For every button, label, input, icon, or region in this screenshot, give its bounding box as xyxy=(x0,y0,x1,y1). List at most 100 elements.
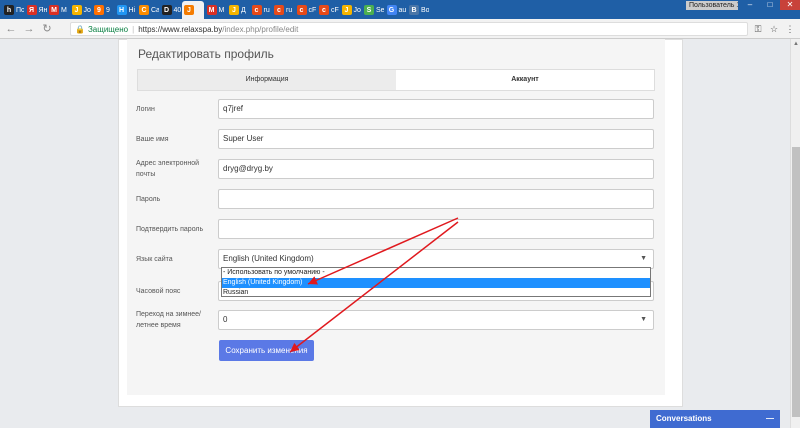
secure-label: Защищено xyxy=(87,24,129,34)
tab-favicon-icon: c xyxy=(274,5,284,15)
language-option-russian[interactable]: Russian xyxy=(222,288,650,298)
tab-title: Пс xyxy=(16,6,24,14)
tab-favicon-icon: J xyxy=(229,5,239,15)
browser-tab[interactable]: c ru xyxy=(250,1,272,19)
tab-favicon-icon: J xyxy=(184,5,194,15)
chevron-down-icon: ▼ xyxy=(640,255,647,262)
tab-title: Jo xyxy=(353,6,361,14)
bookmark-star-icon[interactable]: ☆ xyxy=(768,22,780,36)
email-label: Адрес электронной почты xyxy=(136,160,200,178)
browser-tab[interactable]: C Ca xyxy=(137,1,159,19)
browser-tab[interactable]: Gau xyxy=(385,1,407,19)
browser-profile-button[interactable]: Пользователь 1 xyxy=(686,1,738,10)
language-select[interactable]: English (United Kingdom) ▼ xyxy=(218,249,654,269)
minimize-widget-icon[interactable]: — xyxy=(766,410,774,428)
page-title: Редактировать профиль xyxy=(138,47,274,61)
menu-icon[interactable]: ⋮ xyxy=(784,22,796,36)
lock-icon: 🔒 xyxy=(75,24,85,34)
tab-title: au xyxy=(398,6,407,14)
browser-tab[interactable]: J xyxy=(182,1,204,19)
conversations-widget[interactable]: Conversations — xyxy=(650,410,780,428)
forward-icon[interactable]: → xyxy=(22,22,36,36)
browser-tab[interactable]: B Во xyxy=(407,1,429,19)
tab-title: Se xyxy=(376,6,384,14)
password-confirm-field[interactable] xyxy=(218,219,654,239)
tab-favicon-icon: D xyxy=(161,5,172,15)
browser-tab[interactable]: JД xyxy=(227,1,249,19)
page-scrollbar[interactable]: ▲ xyxy=(790,39,800,428)
timezone-label: Часовой пояс xyxy=(136,288,181,295)
language-option-default[interactable]: - Использовать по умолчанию - xyxy=(222,268,650,278)
tab-favicon-icon: M xyxy=(206,5,217,15)
scroll-up-icon[interactable]: ▲ xyxy=(791,39,800,49)
tab-favicon-icon: C xyxy=(139,5,149,15)
tab-favicon-icon: c xyxy=(296,5,307,15)
address-bar[interactable]: 🔒 Защищено | https://www.relaxspa.by/ind… xyxy=(70,22,748,36)
tab-favicon-icon: c xyxy=(251,5,262,15)
login-field[interactable]: q7jref xyxy=(218,99,654,119)
browser-tab-strip: h Пс Я Ян M M J Jo 9 9 H Hi C Ca D 40 J M M J Дc ru c ru c cF c cF J… xyxy=(0,0,800,19)
name-label: Ваше имя xyxy=(136,136,169,143)
tab-favicon-icon: B xyxy=(409,5,419,15)
browser-tab[interactable]: D 40 xyxy=(160,1,182,19)
tab-title: Д xyxy=(241,6,246,14)
reload-icon[interactable]: ↻ xyxy=(40,22,54,36)
password-field[interactable] xyxy=(218,189,654,209)
browser-tab[interactable]: MM xyxy=(47,1,69,19)
back-icon[interactable]: ← xyxy=(4,22,18,36)
chevron-down-icon: ▼ xyxy=(640,316,647,323)
tab-title: Hi xyxy=(128,6,136,14)
tab-favicon-icon: H xyxy=(116,5,127,15)
browser-tab[interactable]: c ru xyxy=(272,1,294,19)
dst-select[interactable]: 0 ▼ xyxy=(218,310,654,330)
tab-title: cF xyxy=(331,6,339,14)
tab-title: M xyxy=(61,6,67,14)
tab-title: 40 xyxy=(173,6,182,14)
tab-title: cF xyxy=(308,6,317,14)
tab-favicon-icon: J xyxy=(71,5,82,15)
language-option-english[interactable]: English (United Kingdom) xyxy=(222,278,650,288)
save-changes-button[interactable]: Сохранить изменения xyxy=(219,340,314,361)
email-field[interactable]: dryg@dryg.by xyxy=(218,159,654,179)
tab-title: Jo xyxy=(83,6,91,14)
tab-title: Ca xyxy=(151,6,159,14)
tab-title: ru xyxy=(263,6,270,14)
tab-favicon-icon: Я xyxy=(26,5,37,15)
tab-favicon-icon: h xyxy=(4,5,14,15)
profile-tabs: Информация Аккаунт xyxy=(137,69,655,91)
login-label: Логин xyxy=(136,106,155,113)
tab-title: M xyxy=(218,6,225,14)
language-label: Язык сайта xyxy=(136,256,173,263)
close-window-icon[interactable]: ✕ xyxy=(780,0,800,10)
browser-tab[interactable]: h Пс xyxy=(2,1,24,19)
browser-tab[interactable]: J Jo xyxy=(70,1,92,19)
browser-tab[interactable]: J Jo xyxy=(340,1,362,19)
browser-tab[interactable]: MM xyxy=(205,1,227,19)
maximize-window-icon[interactable]: □ xyxy=(760,0,780,10)
password-confirm-label: Подтвердить пароль xyxy=(136,226,204,233)
name-field[interactable]: Super User xyxy=(218,129,654,149)
browser-tab[interactable]: c cF xyxy=(317,1,339,19)
url-host: https://www.relaxspa.by xyxy=(138,24,223,34)
tab-title: Ян xyxy=(38,6,47,14)
tab-favicon-icon: c xyxy=(319,5,329,15)
conversations-label: Conversations xyxy=(656,414,712,423)
browser-tab[interactable]: c cF xyxy=(295,1,317,19)
dst-select-value: 0 xyxy=(223,315,228,324)
browser-tab[interactable]: H Hi xyxy=(115,1,137,19)
scrollbar-thumb[interactable] xyxy=(792,147,800,417)
minimize-window-icon[interactable]: – xyxy=(740,0,760,10)
browser-toolbar: ← → ↻ 🔒 Защищено | https://www.relaxspa.… xyxy=(0,19,800,39)
browser-tab[interactable]: S Se xyxy=(362,1,384,19)
tab-information[interactable]: Информация xyxy=(138,70,396,90)
tab-favicon-icon: S xyxy=(364,5,374,15)
password-label: Пароль xyxy=(136,196,161,203)
url-path: /index.php/profile/edit xyxy=(222,24,299,34)
browser-tab[interactable]: Я Ян xyxy=(25,1,47,19)
tab-favicon-icon: M xyxy=(49,5,59,15)
language-select-value: English (United Kingdom) xyxy=(223,254,314,263)
tab-favicon-icon: J xyxy=(341,5,352,15)
tab-account[interactable]: Аккаунт xyxy=(396,70,654,90)
browser-tab[interactable]: 99 xyxy=(92,1,114,19)
key-icon[interactable]: ⚿ xyxy=(752,22,764,36)
